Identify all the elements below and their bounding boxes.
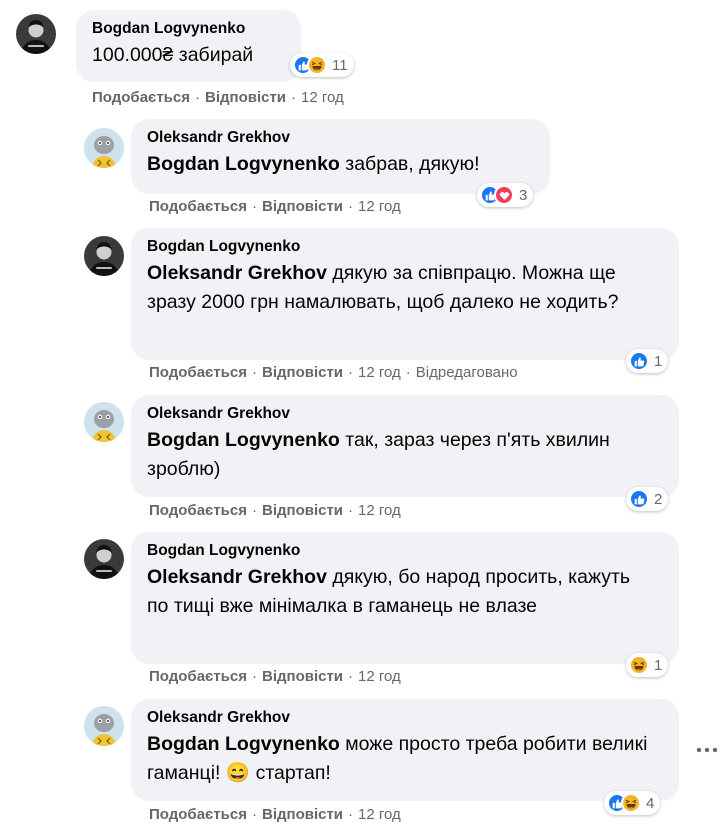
avatar[interactable]: [84, 706, 124, 746]
like-button[interactable]: Подобається: [149, 198, 247, 215]
haha-reaction-icon: [307, 55, 327, 75]
comment-bubble: Oleksandr Grekhov Bogdan Logvynenko так,…: [131, 395, 679, 497]
comment-actions: Подобається · Відповісти · 12 год: [149, 806, 401, 823]
separator: ·: [348, 806, 354, 823]
reaction-count: 1: [654, 352, 663, 370]
separator: ·: [348, 198, 354, 215]
mention-link[interactable]: Oleksandr Grekhov: [147, 262, 327, 284]
separator: ·: [194, 89, 200, 106]
comment-bubble: Oleksandr Grekhov Bogdan Logvynenko може…: [131, 699, 679, 801]
love-reaction-icon: [494, 185, 514, 205]
separator: ·: [251, 502, 257, 519]
reactions-summary[interactable]: 4: [604, 791, 661, 815]
comment-author[interactable]: Oleksandr Grekhov: [147, 708, 666, 728]
comment-bubble: Bogdan Logvynenko 100.000₴ забирай: [76, 10, 301, 82]
like-reaction-icon: [629, 489, 649, 509]
edited-label[interactable]: Відредаговано: [416, 364, 518, 381]
reply-button[interactable]: Відповісти: [262, 668, 343, 685]
comment-author[interactable]: Oleksandr Grekhov: [147, 128, 537, 148]
comment-bubble: Bogdan Logvynenko Oleksandr Grekhov дяку…: [131, 228, 679, 360]
separator: ·: [405, 364, 411, 381]
separator: ·: [348, 668, 354, 685]
reply-button[interactable]: Відповісти: [262, 502, 343, 519]
comment-author[interactable]: Oleksandr Grekhov: [147, 404, 666, 424]
avatar[interactable]: [84, 539, 124, 579]
comment-author[interactable]: Bogdan Logvynenko: [92, 19, 288, 39]
like-button[interactable]: Подобається: [149, 364, 247, 381]
comment-body: забрав, дякую!: [345, 153, 480, 175]
comment-actions: Подобається · Відповісти · 12 год · Відр…: [149, 364, 518, 381]
comment-author[interactable]: Bogdan Logvynenko: [147, 237, 666, 257]
comment-timestamp[interactable]: 12 год: [301, 89, 344, 106]
haha-reaction-icon: [629, 655, 649, 675]
separator: ·: [251, 198, 257, 215]
separator: ·: [251, 364, 257, 381]
like-button[interactable]: Подобається: [92, 89, 190, 106]
comment-timestamp[interactable]: 12 год: [358, 806, 401, 823]
avatar[interactable]: [84, 402, 124, 442]
separator: ·: [251, 806, 257, 823]
avatar[interactable]: [84, 128, 124, 168]
avatar[interactable]: [84, 236, 124, 276]
reaction-count: 4: [646, 794, 655, 812]
reply-button[interactable]: Відповісти: [262, 806, 343, 823]
reaction-count: 1: [654, 656, 663, 674]
separator: ·: [348, 502, 354, 519]
separator: ·: [291, 89, 297, 106]
comment-text: Oleksandr Grekhov дякую за співпрацю. Мо…: [147, 259, 657, 317]
separator: ·: [348, 364, 354, 381]
comment-actions: Подобається · Відповісти · 12 год: [149, 502, 401, 519]
reactions-summary[interactable]: 1: [626, 653, 669, 677]
comment-text: 100.000₴ забирай: [92, 41, 288, 70]
reply-button[interactable]: Відповісти: [262, 198, 343, 215]
mention-link[interactable]: Bogdan Logvynenko: [147, 429, 340, 451]
more-options-icon[interactable]: [696, 742, 718, 760]
comment-text: Bogdan Logvynenko забрав, дякую!: [147, 150, 537, 179]
reaction-count: 11: [332, 56, 348, 74]
comment-actions: Подобається · Відповісти · 12 год: [92, 89, 344, 106]
reply-button[interactable]: Відповісти: [262, 364, 343, 381]
comment-timestamp[interactable]: 12 год: [358, 668, 401, 685]
comment-body: 100.000₴ забирай: [92, 44, 254, 66]
avatar[interactable]: [16, 14, 56, 54]
reaction-count: 3: [519, 186, 528, 204]
comment-text: Bogdan Logvynenko може просто треба роби…: [147, 730, 657, 788]
reactions-summary[interactable]: 11: [290, 53, 354, 77]
reactions-summary[interactable]: 3: [477, 183, 534, 207]
comment-timestamp[interactable]: 12 год: [358, 502, 401, 519]
reactions-summary[interactable]: 1: [626, 349, 669, 373]
like-reaction-icon: [629, 351, 649, 371]
reactions-summary[interactable]: 2: [626, 487, 669, 511]
reply-button[interactable]: Відповісти: [205, 89, 286, 106]
reaction-count: 2: [654, 490, 663, 508]
like-button[interactable]: Подобається: [149, 668, 247, 685]
comment-actions: Подобається · Відповісти · 12 год: [149, 198, 401, 215]
comment-bubble: Bogdan Logvynenko Oleksandr Grekhov дяку…: [131, 532, 679, 664]
mention-link[interactable]: Oleksandr Grekhov: [147, 566, 327, 588]
like-button[interactable]: Подобається: [149, 502, 247, 519]
mention-link[interactable]: Bogdan Logvynenko: [147, 733, 340, 755]
comment-timestamp[interactable]: 12 год: [358, 364, 401, 381]
comment-timestamp[interactable]: 12 год: [358, 198, 401, 215]
comment-actions: Подобається · Відповісти · 12 год: [149, 668, 401, 685]
comment-author[interactable]: Bogdan Logvynenko: [147, 541, 666, 561]
comment-text: Oleksandr Grekhov дякую, бо народ просит…: [147, 563, 647, 621]
mention-link[interactable]: Bogdan Logvynenko: [147, 153, 340, 175]
haha-reaction-icon: [621, 793, 641, 813]
separator: ·: [251, 668, 257, 685]
like-button[interactable]: Подобається: [149, 806, 247, 823]
comment-text: Bogdan Logvynenko так, зараз через п'ять…: [147, 426, 617, 484]
